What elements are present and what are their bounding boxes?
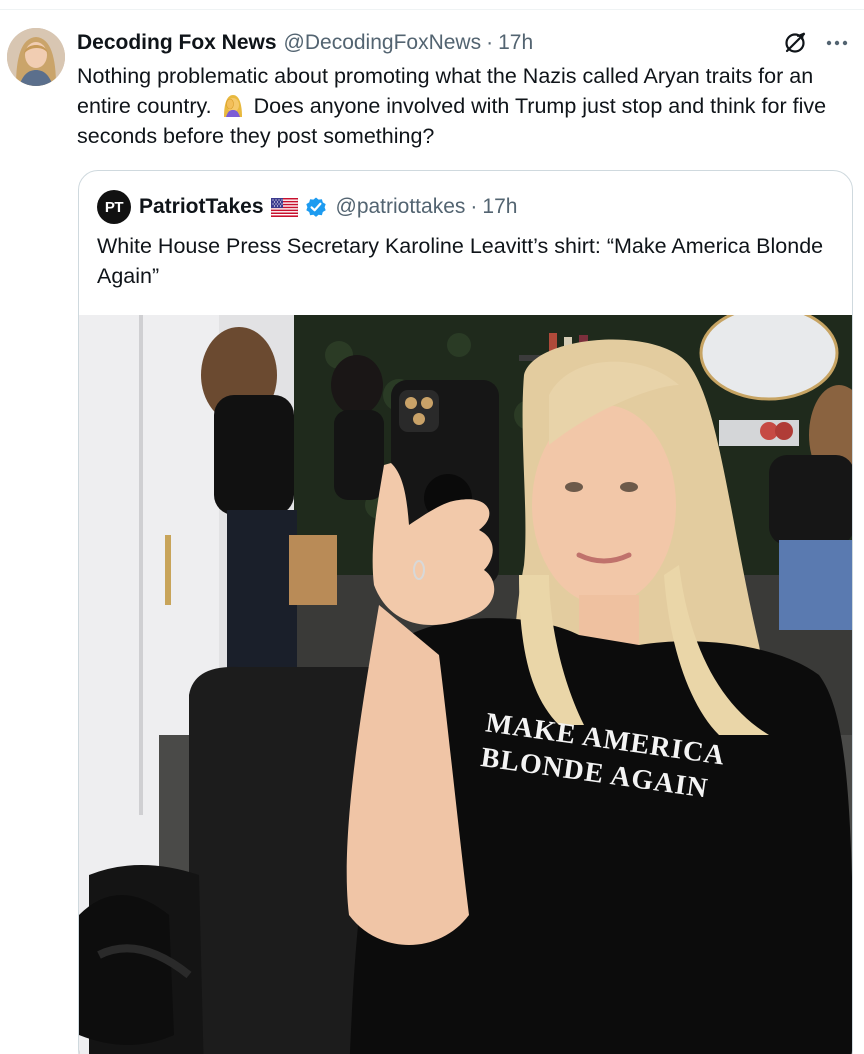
post-timestamp[interactable]: 17h [498,31,533,55]
us-flag-icon [270,197,298,217]
verified-badge-icon[interactable] [304,195,328,219]
quoted-post-timestamp[interactable]: 17h [482,195,517,219]
post-text: Nothing problematic about promoting what… [77,61,857,151]
post-header-actions [782,30,850,56]
grok-icon[interactable] [782,30,808,56]
author-handle[interactable]: @DecodingFoxNews [284,31,482,55]
quoted-author-handle[interactable]: @patriottakes [336,195,466,219]
quoted-author-avatar[interactable]: PT [97,190,131,224]
top-divider [0,9,864,10]
quoted-separator-dot: · [470,195,478,218]
separator-dot: · [486,31,494,54]
author-avatar-image [7,28,65,86]
quoted-author-display-name[interactable]: PatriotTakes [139,195,264,219]
author-display-name[interactable]: Decoding Fox News [77,31,277,55]
post-header: Decoding Fox News @DecodingFoxNews · 17h [77,29,533,57]
more-icon[interactable] [824,30,850,56]
quoted-post-photo[interactable]: MAKE AMERICA BLONDE AGAIN [79,315,853,1054]
quoted-post-text: White House Press Secretary Karoline Lea… [97,234,824,288]
quoted-post[interactable]: PT PatriotTakes @patriottakes · 17h Whit… [78,170,853,1054]
quoted-post-header: PT PatriotTakes @patriottakes · 17h [97,190,517,224]
woman-facepalming-icon [223,95,242,117]
author-avatar[interactable] [7,28,65,86]
